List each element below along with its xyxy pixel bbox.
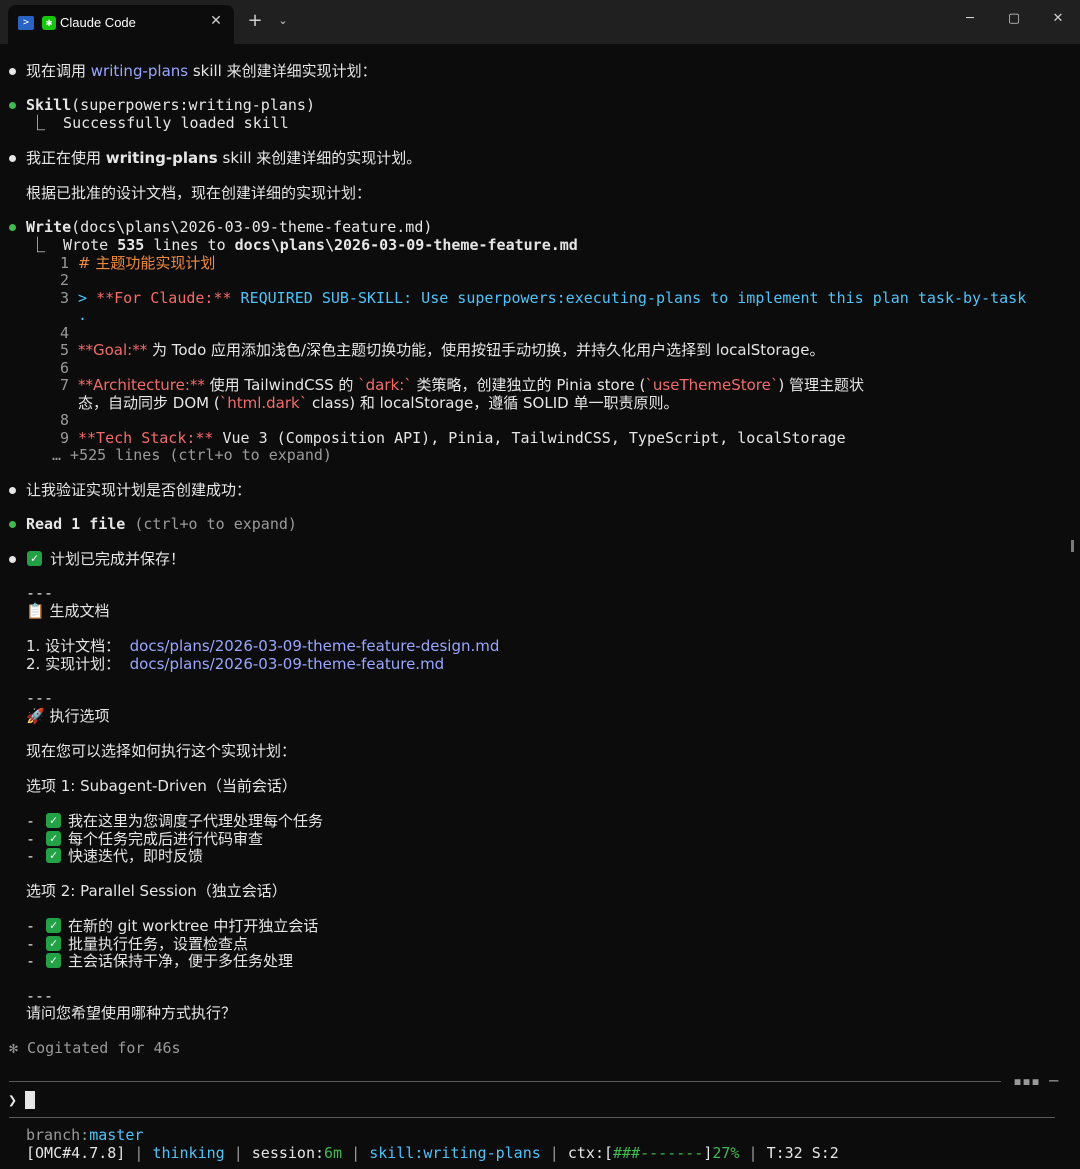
line-number: 4 bbox=[60, 324, 70, 342]
message-line: 让我验证实现计划是否创建成功： bbox=[26, 481, 252, 499]
tool-result: ⎿ Successfully loaded skill bbox=[30, 114, 289, 132]
check-icon: ✓ bbox=[46, 918, 61, 933]
divider: --- bbox=[26, 584, 54, 602]
divider: --- bbox=[26, 689, 54, 707]
scrollbar-thumb[interactable] bbox=[1071, 540, 1074, 552]
claude-icon: ✱ bbox=[42, 16, 56, 30]
code-line: # 主题功能实现计划 bbox=[78, 254, 216, 272]
message-line: 现在您可以选择如何执行这个实现计划： bbox=[26, 742, 297, 760]
tab-claude-code[interactable]: > ✱ Claude Code ✕ bbox=[8, 5, 234, 44]
list-dash: - bbox=[26, 917, 36, 935]
close-tab-icon[interactable]: ✕ bbox=[206, 11, 226, 31]
section-heading: 🚀 执行选项 bbox=[26, 707, 110, 725]
option-heading: 选项 2: Parallel Session（独立会话） bbox=[26, 882, 287, 900]
bullet-icon bbox=[9, 224, 16, 231]
input-separator bbox=[9, 1081, 1001, 1082]
list-item: 我在这里为您调度子代理处理每个任务 bbox=[68, 812, 324, 830]
line-number: 8 bbox=[60, 411, 70, 429]
code-line: **Tech Stack:** Vue 3 (Composition API),… bbox=[78, 429, 846, 447]
check-icon: ✓ bbox=[46, 848, 61, 863]
message-line: 现在调用 writing-plans skill 来创建详细实现计划： bbox=[26, 62, 377, 80]
check-icon: ✓ bbox=[46, 936, 61, 951]
bullet-icon bbox=[9, 556, 16, 563]
bullet-icon bbox=[9, 521, 16, 528]
line-number: 5 bbox=[60, 341, 70, 359]
tool-result: ⎿ Wrote 535 lines to docs\plans\2026-03-… bbox=[30, 236, 578, 254]
code-line: **Architecture:** 使用 TailwindCSS 的 `dark… bbox=[78, 376, 864, 394]
new-tab-button[interactable]: + bbox=[245, 10, 265, 32]
check-icon: ✓ bbox=[46, 953, 61, 968]
doc-item: 1. 设计文档： docs/plans/2026-03-09-theme-fea… bbox=[26, 637, 500, 655]
text-cursor[interactable] bbox=[25, 1091, 35, 1109]
list-dash: - bbox=[26, 935, 36, 953]
bullet-icon bbox=[9, 102, 16, 109]
minimize-button[interactable]: ─ bbox=[952, 6, 988, 32]
bullet-icon bbox=[9, 155, 16, 162]
maximize-button[interactable]: ▢ bbox=[996, 6, 1032, 32]
doc-item: 2. 实现计划： docs/plans/2026-03-09-theme-fea… bbox=[26, 655, 445, 673]
option-heading: 选项 1: Subagent-Driven（当前会话） bbox=[26, 777, 297, 795]
list-dash: - bbox=[26, 812, 36, 830]
message-line: 我正在使用 writing-plans skill 来创建详细的实现计划。 bbox=[26, 149, 422, 167]
bullet-icon bbox=[9, 68, 16, 75]
doc-link[interactable]: docs/plans/2026-03-09-theme-feature-desi… bbox=[130, 637, 500, 655]
code-line: > **For Claude:** REQUIRED SUB-SKILL: Us… bbox=[78, 289, 1027, 307]
chevron-down-icon[interactable]: ⌄ bbox=[274, 11, 292, 31]
section-heading: 📋 生成文档 bbox=[26, 602, 110, 620]
expand-hint[interactable]: … +525 lines (ctrl+o to expand) bbox=[52, 446, 332, 464]
line-number: 1 bbox=[60, 254, 70, 272]
code-line-wrap: . bbox=[78, 306, 88, 324]
powershell-icon: > bbox=[18, 16, 34, 30]
tool-call-skill: Skill(superpowers:writing-plans) bbox=[26, 96, 315, 114]
prompt-icon: ❯ bbox=[8, 1091, 18, 1109]
list-item: 批量执行任务，设置检查点 bbox=[68, 935, 249, 953]
line-number: 3 bbox=[60, 289, 70, 307]
code-line-wrap: 态，自动同步 DOM (`html.dark` class) 和 localSt… bbox=[78, 394, 679, 412]
list-item: 快速迭代，即时反馈 bbox=[68, 847, 204, 865]
input-separator bbox=[9, 1117, 1055, 1118]
check-icon: ✓ bbox=[27, 551, 42, 566]
tool-call-write: Write(docs\plans\2026-03-09-theme-featur… bbox=[26, 218, 433, 236]
line-number: 7 bbox=[60, 376, 70, 394]
check-icon: ✓ bbox=[46, 813, 61, 828]
bullet-icon bbox=[9, 487, 16, 494]
message-line: 根据已批准的设计文档，现在创建详细的实现计划： bbox=[26, 184, 372, 202]
code-line: **Goal:** 为 Todo 应用添加浅色/深色主题切换功能，使用按钮手动切… bbox=[78, 341, 825, 359]
branch-status: branch:master bbox=[26, 1126, 144, 1144]
tab-title: Claude Code bbox=[60, 15, 136, 30]
list-dash: - bbox=[26, 830, 36, 848]
message-line: 计划已完成并保存！ bbox=[50, 550, 186, 568]
doc-link[interactable]: docs/plans/2026-03-09-theme-feature.md bbox=[130, 655, 445, 673]
check-icon: ✓ bbox=[46, 831, 61, 846]
line-number: 6 bbox=[60, 359, 70, 377]
line-number: 2 bbox=[60, 271, 70, 289]
status-spinner-line: ✻ Cogitated for 46s bbox=[9, 1039, 181, 1057]
title-bar: > ✱ Claude Code ✕ + ⌄ ─ ▢ ✕ bbox=[0, 0, 1080, 44]
list-item: 在新的 git worktree 中打开独立会话 bbox=[68, 917, 319, 935]
list-item: 主会话保持干净，便于多任务处理 bbox=[68, 952, 294, 970]
terminal-output[interactable]: 现在调用 writing-plans skill 来创建详细实现计划： Skil… bbox=[0, 44, 1080, 1169]
divider: --- bbox=[26, 987, 54, 1005]
separator-tail: ▪▪▪ ─ bbox=[1013, 1072, 1059, 1090]
line-number: 9 bbox=[60, 429, 70, 447]
tool-call-read: Read 1 file (ctrl+o to expand) bbox=[26, 515, 297, 533]
close-window-button[interactable]: ✕ bbox=[1040, 6, 1076, 32]
list-dash: - bbox=[26, 952, 36, 970]
list-item: 每个任务完成后进行代码审查 bbox=[68, 830, 264, 848]
list-dash: - bbox=[26, 847, 36, 865]
question-line: 请问您希望使用哪种方式执行？ bbox=[26, 1004, 237, 1022]
statusline: [OMC#4.7.8] | thinking | session:6m | sk… bbox=[26, 1144, 839, 1162]
